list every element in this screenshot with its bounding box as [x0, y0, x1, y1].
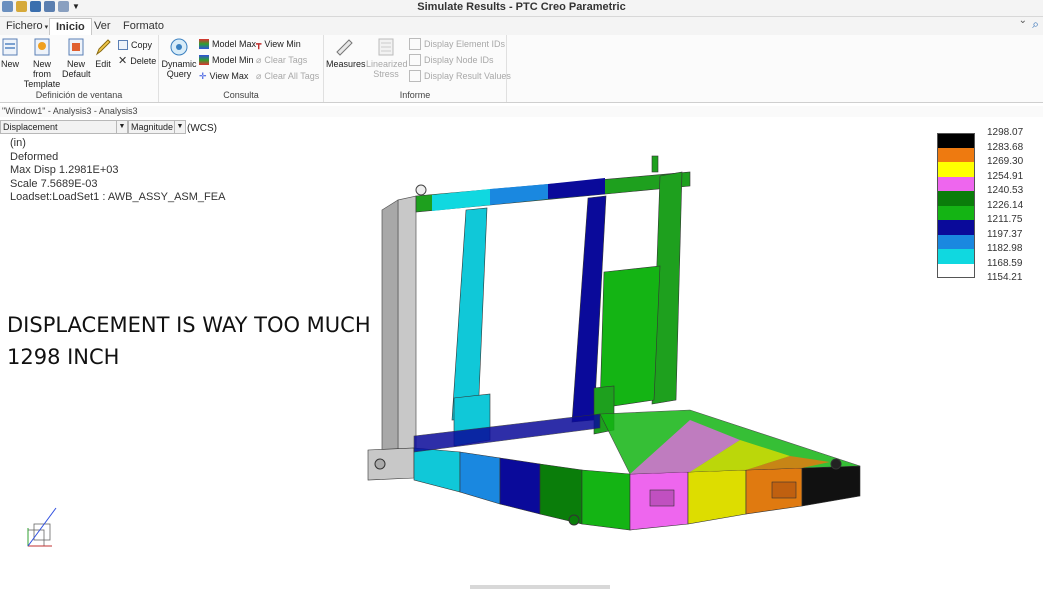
legend-value: 1269.30: [987, 156, 1024, 167]
top-beam-cyan: [432, 189, 490, 211]
cutout-1: [649, 489, 675, 507]
legend-value: 1154.21: [987, 272, 1023, 283]
legend-value: 1211.75: [987, 214, 1023, 225]
base-front-cyan: [413, 447, 461, 493]
legend-swatch: [937, 176, 975, 191]
cutout-2: [771, 481, 797, 499]
lug-top-right: [651, 155, 659, 173]
legend-value: 1182.98: [987, 243, 1023, 254]
lift-lug-base-left: [374, 458, 386, 470]
lift-lug-base-front: [568, 514, 580, 526]
legend-swatch: [937, 205, 975, 220]
coordinate-triad-icon: [27, 507, 57, 547]
lift-lug-left: [415, 184, 427, 196]
fringe-plot-model: [367, 155, 861, 531]
base-front-blue: [459, 451, 501, 505]
legend-swatch: [937, 249, 975, 264]
legend-value: 1168.59: [987, 257, 1023, 269]
legend-value: 1197.37: [987, 228, 1023, 240]
base-front-green2: [581, 469, 631, 531]
legend-value: 1298.07: [987, 127, 1024, 138]
legend-value: 1254.91: [987, 170, 1024, 182]
legend-swatch: [937, 263, 975, 278]
legend-swatch: [937, 234, 975, 249]
top-beam-blue: [490, 184, 548, 205]
legend-swatch: [937, 147, 975, 162]
legend-value: 1240.53: [987, 185, 1024, 196]
base-front-navy: [499, 457, 541, 515]
legend-value: 1226.14: [987, 199, 1024, 211]
legend-swatch: [937, 162, 975, 177]
base-front-black: [801, 465, 861, 507]
frame-left-post: [397, 195, 417, 463]
base-front-yellow: [687, 469, 747, 525]
base-deck-left: [413, 413, 601, 453]
legend-value: 1283.68: [987, 141, 1024, 153]
top-beam-navy: [548, 178, 605, 199]
legend-swatch: [937, 133, 975, 148]
vertical-cyan: [451, 207, 488, 421]
lift-lug-base-right: [830, 458, 842, 470]
legend-swatch: [937, 191, 975, 206]
horizontal-scrollbar[interactable]: [470, 585, 610, 589]
legend-swatch: [937, 220, 975, 235]
frame-left-post-side: [381, 199, 399, 463]
